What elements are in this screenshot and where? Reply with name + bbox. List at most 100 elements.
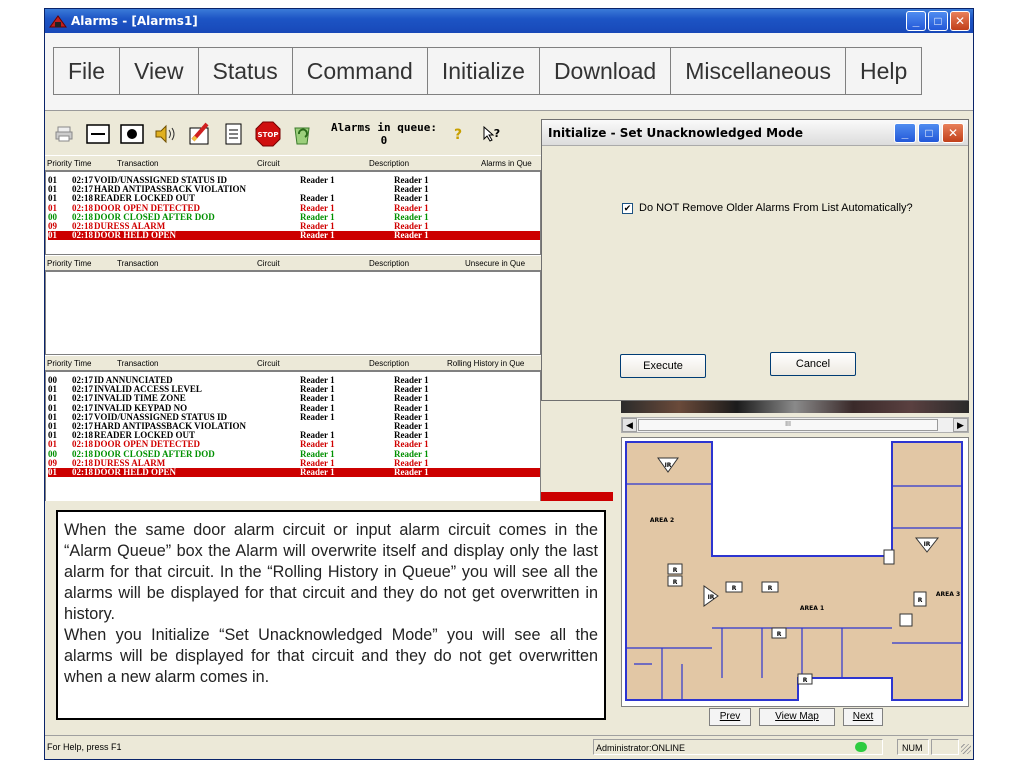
dialog-title: Initialize - Set Unacknowledged Mode <box>548 125 804 140</box>
menu-help[interactable]: Help <box>844 47 923 95</box>
col-description[interactable]: Description <box>369 159 409 168</box>
status-empty-cell <box>931 739 959 755</box>
col-transaction[interactable]: Transaction <box>117 259 159 268</box>
toolbar: STOP Alarms in queue: 0 ? ? <box>45 113 541 155</box>
row-d: Reader 1 <box>394 230 429 241</box>
queue-label: Alarms in queue: <box>331 121 437 134</box>
col-time[interactable]: Time <box>74 259 91 268</box>
camera-scrollbar[interactable]: ◀ III ▶ <box>621 417 969 433</box>
row-c: Reader 1 <box>300 411 335 422</box>
alarm-row[interactable]: 01 02:18 DOOR HELD OPEN Reader 1 Reader 1 <box>48 230 540 241</box>
col-time[interactable]: Time <box>74 359 91 368</box>
menu-initialize[interactable]: Initialize <box>426 47 540 95</box>
floor-plan-drawing: AREA 2 AREA 1 AREA 3 IR IR R R R R R R R… <box>625 441 963 701</box>
prev-button[interactable]: Prev <box>709 708 751 726</box>
row-c: Reader 1 <box>300 230 335 241</box>
help-status: For Help, press F1 <box>47 742 122 752</box>
col-unsecure-in-queue[interactable]: Unsecure in Que <box>465 259 525 268</box>
title-bar[interactable]: Alarms - [Alarms1] _ □ ✕ <box>45 9 973 33</box>
scroll-thumb[interactable]: III <box>638 419 938 431</box>
svg-text:?: ? <box>494 127 500 140</box>
remove-alarms-label: Do NOT Remove Older Alarms From List Aut… <box>639 202 913 214</box>
speaker-icon[interactable] <box>153 121 179 147</box>
menu-view[interactable]: View <box>119 47 199 95</box>
remove-alarms-option[interactable]: ✔ Do NOT Remove Older Alarms From List A… <box>622 202 913 214</box>
col-circuit[interactable]: Circuit <box>257 259 280 268</box>
history-queue-header[interactable]: Priority Time Transaction Circuit Descri… <box>45 355 541 371</box>
set-unacknowledged-dialog: Initialize - Set Unacknowledged Mode _ □… <box>541 119 969 401</box>
row-t: 02:18 <box>72 230 93 241</box>
resize-grip-icon[interactable] <box>961 744 971 754</box>
floor-plan-map[interactable]: AREA 2 AREA 1 AREA 3 IR IR R R R R R R R… <box>621 437 969 707</box>
print-icon[interactable] <box>51 121 77 147</box>
dialog-close-button[interactable]: ✕ <box>942 123 964 143</box>
scroll-left-arrow[interactable]: ◀ <box>622 418 637 432</box>
dialog-title-bar[interactable]: Initialize - Set Unacknowledged Mode _ □… <box>542 120 968 146</box>
reader-label: R <box>918 597 923 604</box>
row-c: Reader 1 <box>300 466 335 477</box>
col-transaction[interactable]: Transaction <box>117 359 159 368</box>
dialog-minimize-button[interactable]: _ <box>894 123 916 143</box>
help-icon[interactable]: ? <box>445 121 471 147</box>
menu-bar: File View Status Command Initialize Down… <box>45 33 973 111</box>
dialog-maximize-button[interactable]: □ <box>918 123 940 143</box>
num-lock-status: NUM <box>897 739 929 755</box>
history-highlight-extension <box>541 492 613 501</box>
menu-status[interactable]: Status <box>197 47 293 95</box>
reader-label: R <box>803 677 808 684</box>
col-priority[interactable]: Priority <box>47 359 72 368</box>
context-help-icon[interactable]: ? <box>479 121 505 147</box>
row-c: Reader 1 <box>300 175 335 185</box>
col-priority[interactable]: Priority <box>47 159 72 168</box>
alarm-app-icon <box>49 15 67 28</box>
col-priority[interactable]: Priority <box>47 259 72 268</box>
row-tx: DOOR HELD OPEN <box>94 230 177 241</box>
row-p: 01 <box>48 230 57 241</box>
reader-label: IR <box>708 594 715 601</box>
reader-label: R <box>777 631 782 638</box>
col-alarms-in-queue[interactable]: Alarms in Que <box>481 159 532 168</box>
notepad-icon[interactable] <box>221 121 247 147</box>
reader-label: R <box>673 579 678 586</box>
unsecure-queue-header[interactable]: Priority Time Transaction Circuit Descri… <box>45 255 541 271</box>
maximize-button[interactable]: □ <box>928 11 948 31</box>
reader-label: R <box>768 585 773 592</box>
alarm-row[interactable]: 01 02:18 DOOR HELD OPEN Reader 1 Reader 1 <box>48 466 540 478</box>
close-button[interactable]: ✕ <box>950 11 970 31</box>
acknowledge-icon[interactable] <box>187 121 213 147</box>
map-navigation: Prev View Map Next <box>621 707 969 731</box>
note-paragraph-1: When the same door alarm circuit or inpu… <box>64 521 598 623</box>
col-rolling-history[interactable]: Rolling History in Que <box>447 359 524 368</box>
cancel-button[interactable]: Cancel <box>770 352 856 376</box>
menu-download[interactable]: Download <box>538 47 672 95</box>
col-transaction[interactable]: Transaction <box>117 159 159 168</box>
alarm-queue-list[interactable]: 01 02:17 VOID/UNASSIGNED STATUS ID Reader 1… <box>45 171 541 255</box>
alarm-queue-header[interactable]: Priority Time Transaction Circuit Descri… <box>45 155 541 171</box>
recycle-icon[interactable] <box>289 121 315 147</box>
execute-button[interactable]: Execute <box>620 354 706 378</box>
window-icon[interactable] <box>85 121 111 147</box>
col-circuit[interactable]: Circuit <box>257 359 280 368</box>
col-description[interactable]: Description <box>369 259 409 268</box>
scroll-right-arrow[interactable]: ▶ <box>953 418 968 432</box>
menu-miscellaneous[interactable]: Miscellaneous <box>670 47 846 95</box>
record-icon[interactable] <box>119 121 145 147</box>
menu-command[interactable]: Command <box>291 47 428 95</box>
minimize-button[interactable]: _ <box>906 11 926 31</box>
stop-icon[interactable]: STOP <box>255 121 281 147</box>
view-map-button[interactable]: View Map <box>759 708 835 726</box>
area-2-label: AREA 2 <box>650 517 674 524</box>
col-description[interactable]: Description <box>369 359 409 368</box>
unsecure-queue-list[interactable] <box>45 271 541 355</box>
row-t: 02:18 <box>72 466 93 477</box>
reader-label: IR <box>665 462 672 469</box>
next-button[interactable]: Next <box>843 708 883 726</box>
col-circuit[interactable]: Circuit <box>257 159 280 168</box>
svg-text:STOP: STOP <box>258 131 279 139</box>
row-d: Reader 1 <box>394 466 429 477</box>
col-time[interactable]: Time <box>74 159 91 168</box>
remove-alarms-checkbox[interactable]: ✔ <box>622 202 633 214</box>
menu-file[interactable]: File <box>53 47 121 95</box>
area-3-label: AREA 3 <box>936 591 960 598</box>
history-queue-list[interactable]: 00 02:17 ID ANNUNCIATED Reader 1 Reader 1 01 0… <box>45 371 541 501</box>
